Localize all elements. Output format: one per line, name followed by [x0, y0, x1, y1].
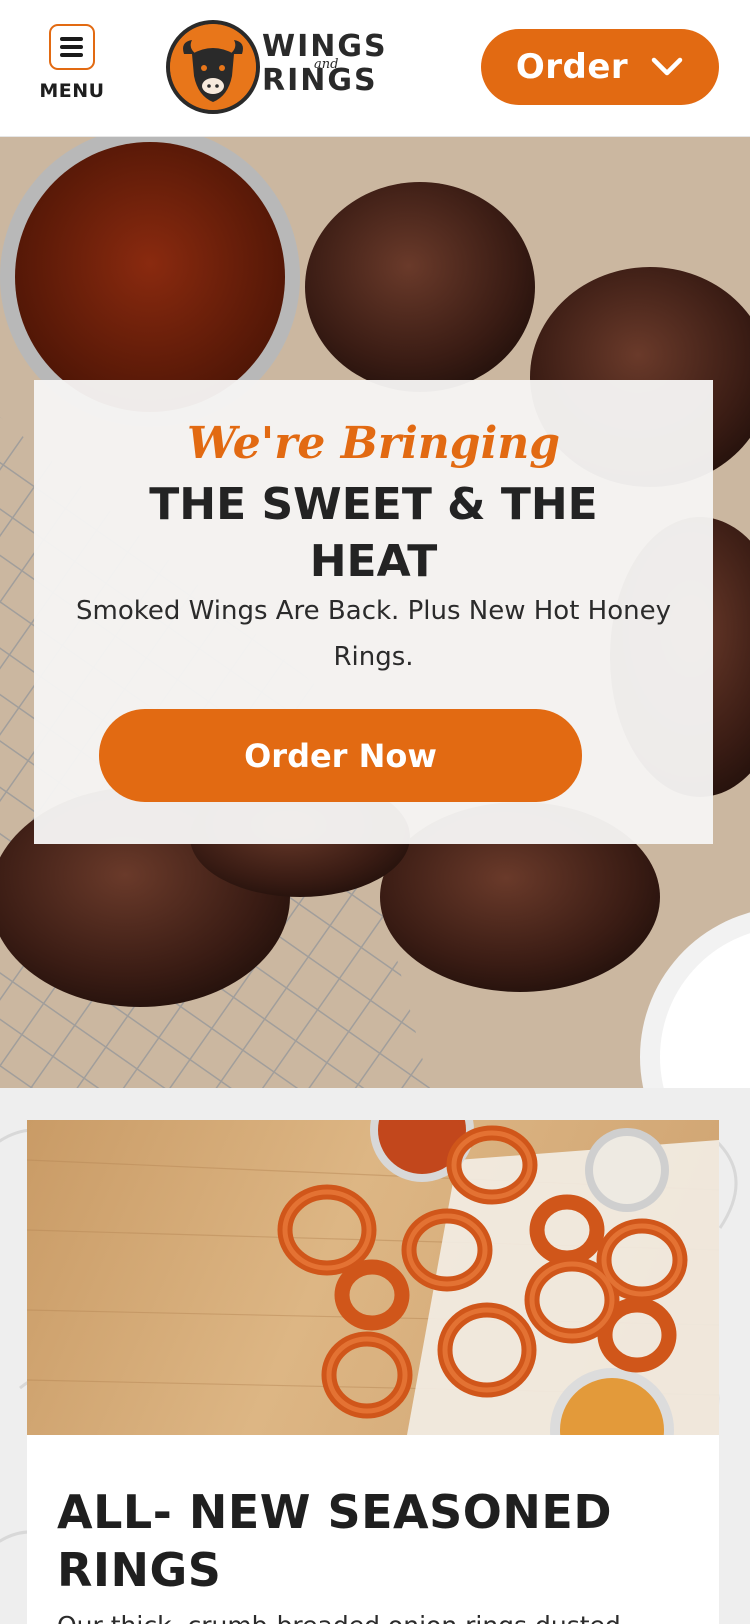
promo-title: ALL- NEW SEASONED RINGS	[57, 1485, 612, 1597]
site-header: MENU WINGS RINGS and Order	[0, 0, 750, 137]
order-now-button[interactable]: Order Now	[99, 709, 582, 802]
hero-title: THE SWEET & THE HEAT	[149, 479, 598, 587]
chevron-down-icon	[651, 57, 683, 76]
hero-banner: We're Bringing THE SWEET & THE HEAT Smok…	[0, 137, 750, 1088]
menu-button[interactable]: MENU	[36, 24, 108, 110]
wings-and-rings-logo[interactable]: WINGS RINGS and	[166, 20, 406, 116]
order-button-label: Order	[515, 47, 629, 87]
hamburger-icon	[49, 24, 95, 70]
hero-script-heading: We're Bringing	[186, 418, 561, 469]
bison-logo-icon	[166, 20, 260, 114]
promo-card[interactable]: ALL- NEW SEASONED RINGS Our thick, crumb…	[27, 1120, 719, 1624]
hero-subtitle: Smoked Wings Are Back. Plus New Hot Hone…	[75, 596, 671, 672]
logo-word-and: and	[314, 57, 339, 72]
menu-label: MENU	[39, 80, 105, 102]
promo-description: Our thick, crumb-breaded onion rings dus…	[57, 1608, 697, 1624]
seasoned-rings-photo	[27, 1120, 719, 1435]
order-dropdown-button[interactable]: Order	[481, 29, 719, 105]
